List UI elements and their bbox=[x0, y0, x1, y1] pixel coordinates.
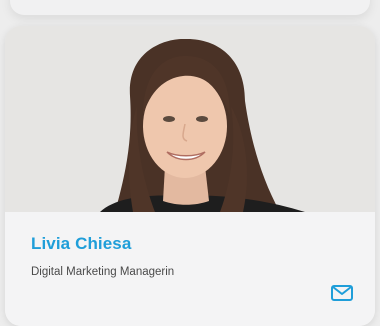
member-name: Livia Chiesa bbox=[31, 234, 132, 253]
team-member-card: Livia Chiesa Digital Marketing Managerin bbox=[5, 26, 375, 326]
contact-button[interactable] bbox=[330, 283, 354, 303]
member-role: Digital Marketing Managerin bbox=[31, 266, 175, 278]
profile-photo bbox=[5, 26, 375, 212]
mail-icon bbox=[331, 285, 353, 301]
previous-card bbox=[10, 0, 370, 15]
